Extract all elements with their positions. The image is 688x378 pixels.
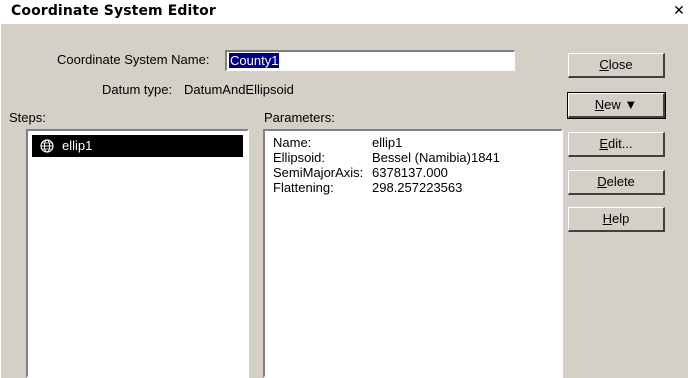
help-mnemonic: H [602,211,613,226]
parameters-table: Name: ellip1 Ellipsoid: Bessel (Namibia)… [273,135,500,195]
delete-mnemonic: D [597,174,607,189]
coordinate-system-name-input[interactable]: County1 [225,50,515,71]
coordinate-system-name-label: Coordinate System Name: [57,52,210,67]
steps-list[interactable]: ellip1 [26,129,249,378]
datum-type-value: DatumAndEllipsoid [184,82,294,97]
parameter-key: Name: [273,135,312,150]
globe-icon [40,139,54,153]
parameter-value: ellip1 [372,135,403,150]
parameter-key: Flattening: [273,180,334,195]
parameter-value: 298.257223563 [372,180,463,195]
parameter-value: Bessel (Namibia)1841 [372,150,500,165]
title-bar: Coordinate System Editor ✕ [0,0,688,24]
close-window-icon[interactable]: ✕ [670,2,688,20]
parameters-label: Parameters: [264,110,335,125]
parameter-row: SemiMajorAxis: 6378137.000 [273,165,500,180]
new-button[interactable]: New ▼ [567,92,666,119]
parameter-row: Flattening: 298.257223563 [273,180,500,195]
coordinate-system-name-value: County1 [229,53,280,68]
help-button[interactable]: Help [568,207,665,232]
parameter-row: Name: ellip1 [273,135,500,150]
parameter-row: Ellipsoid: Bessel (Namibia)1841 [273,150,500,165]
edit-button-label: dit... [608,136,633,151]
edit-mnemonic: E [599,136,609,151]
delete-button-label: elete [606,174,635,189]
dialog-body: Coordinate System Name: County1 Datum ty… [0,24,688,378]
parameter-value: 6378137.000 [372,165,448,180]
datum-type-label: Datum type: [102,82,173,97]
parameters-list[interactable]: Name: ellip1 Ellipsoid: Bessel (Namibia)… [263,129,563,378]
list-item-ellip1[interactable]: ellip1 [32,135,243,157]
new-mnemonic: N [594,97,605,112]
close-mnemonic: C [599,57,609,72]
list-item-label: ellip1 [62,138,93,153]
coordinate-system-editor-window: Coordinate System Editor ✕ Coordinate Sy… [0,0,688,378]
window-title: Coordinate System Editor [11,3,216,19]
parameter-key: SemiMajorAxis: [273,165,364,180]
close-button-label: lose [608,57,633,72]
edit-button[interactable]: Edit... [568,132,665,157]
delete-button[interactable]: Delete [568,170,665,195]
new-button-label: ew ▼ [604,97,638,112]
close-button[interactable]: Close [568,53,665,78]
help-button-label: elp [612,211,630,226]
steps-label: Steps: [9,110,46,125]
parameter-key: Ellipsoid: [273,150,326,165]
